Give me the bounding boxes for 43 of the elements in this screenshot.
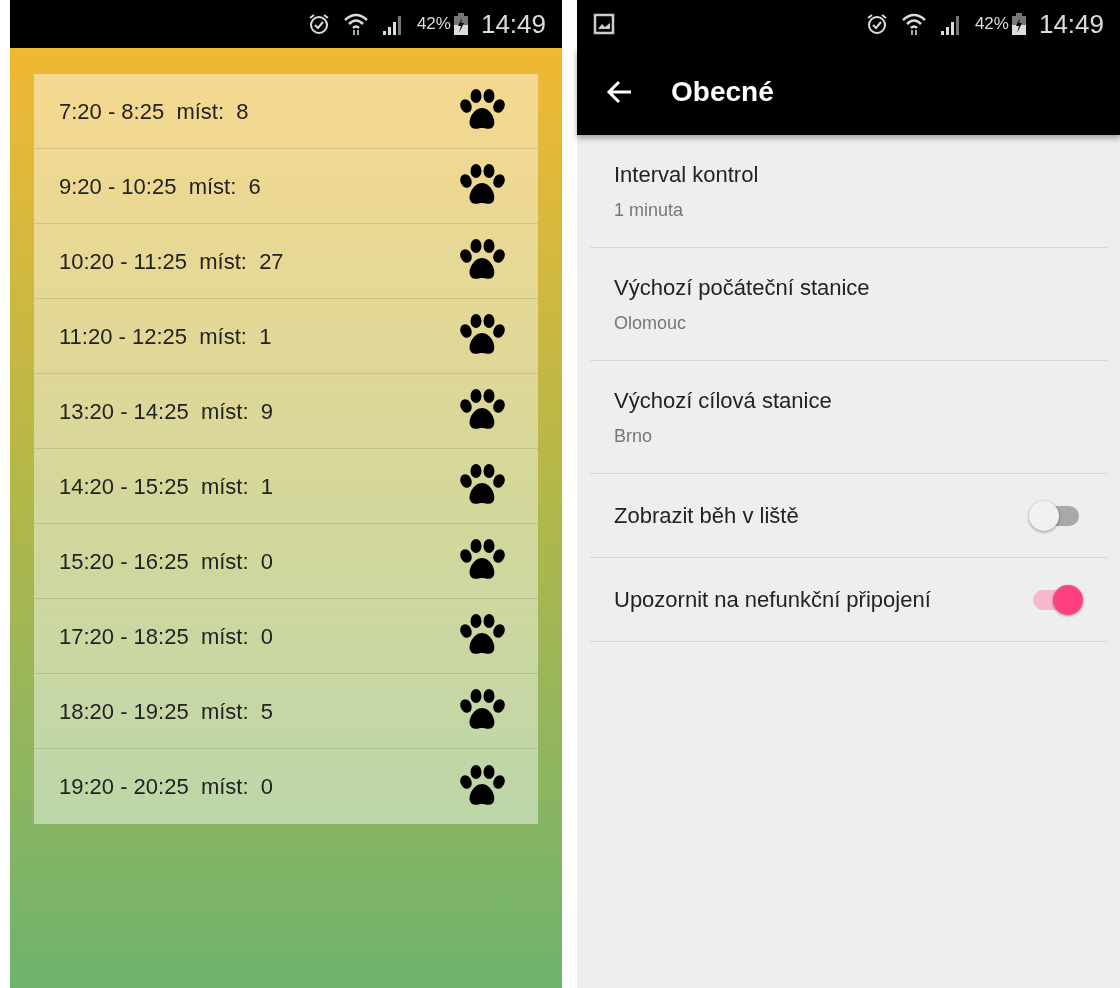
setting-item[interactable]: Výchozí počáteční stanice Olomouc [590, 248, 1107, 361]
slot-row[interactable]: 18:20 - 19:25 míst: 5 [34, 674, 538, 749]
slot-row[interactable]: 10:20 - 11:25 míst: 27 [34, 224, 538, 299]
slot-text: 18:20 - 19:25 míst: 5 [59, 697, 273, 726]
slot-row[interactable]: 9:20 - 10:25 míst: 6 [34, 149, 538, 224]
setting-title: Výchozí cílová stanice [614, 387, 832, 415]
battery-percent: 42% [974, 13, 1009, 36]
setting-item[interactable]: Interval kontrol 1 minuta [590, 135, 1107, 248]
setting-summary: Olomouc [614, 312, 688, 335]
wifi-icon [342, 12, 369, 36]
setting-item[interactable]: Zobrazit běh v liště [590, 474, 1107, 558]
slot-text: 9:20 - 10:25 míst: 6 [59, 172, 261, 201]
slot-row[interactable]: 11:20 - 12:25 míst: 1 [34, 299, 538, 374]
image-icon [593, 13, 615, 35]
slot-text: 14:20 - 15:25 míst: 1 [59, 472, 273, 501]
battery-icon [1010, 12, 1027, 36]
slot-text: 19:20 - 20:25 míst: 0 [59, 773, 273, 801]
slot-row[interactable]: 15:20 - 16:25 míst: 0 [34, 524, 538, 599]
slot-row[interactable]: 19:20 - 20:25 míst: 0 [34, 749, 538, 824]
setting-summary: 1 minuta [614, 199, 685, 222]
slot-row[interactable]: 14:20 - 15:25 míst: 1 [34, 449, 538, 524]
slot-row[interactable]: 7:20 - 8:25 míst: 8 [34, 74, 538, 149]
setting-title: Upozornit na nefunkční připojení [614, 586, 931, 614]
setting-title: Výchozí počáteční stanice [614, 274, 870, 302]
slot-text: 11:20 - 12:25 míst: 1 [59, 322, 272, 351]
slot-text: 15:20 - 16:25 míst: 0 [59, 547, 273, 576]
slot-text: 17:20 - 18:25 míst: 0 [59, 622, 273, 651]
setting-item[interactable]: Výchozí cílová stanice Brno [590, 361, 1107, 474]
clock-time: 14:49 [1038, 7, 1104, 41]
setting-title: Zobrazit běh v liště [614, 502, 799, 530]
setting-summary: Brno [614, 425, 654, 448]
battery-percent: 42% [416, 13, 451, 36]
battery-icon [452, 12, 469, 36]
slot-text: 10:20 - 11:25 míst: 27 [59, 247, 284, 276]
wifi-icon [900, 12, 927, 36]
screen-title: Obecné [671, 74, 774, 109]
slot-row[interactable]: 13:20 - 14:25 míst: 9 [34, 374, 538, 449]
clock-time: 14:49 [480, 7, 546, 41]
setting-item[interactable]: Upozornit na nefunkční připojení [590, 558, 1107, 642]
slot-row[interactable]: 17:20 - 18:25 míst: 0 [34, 599, 538, 674]
slot-text: 7:20 - 8:25 míst: 8 [59, 97, 249, 126]
slot-text: 13:20 - 14:25 míst: 9 [59, 397, 273, 426]
setting-title: Interval kontrol [614, 161, 759, 189]
